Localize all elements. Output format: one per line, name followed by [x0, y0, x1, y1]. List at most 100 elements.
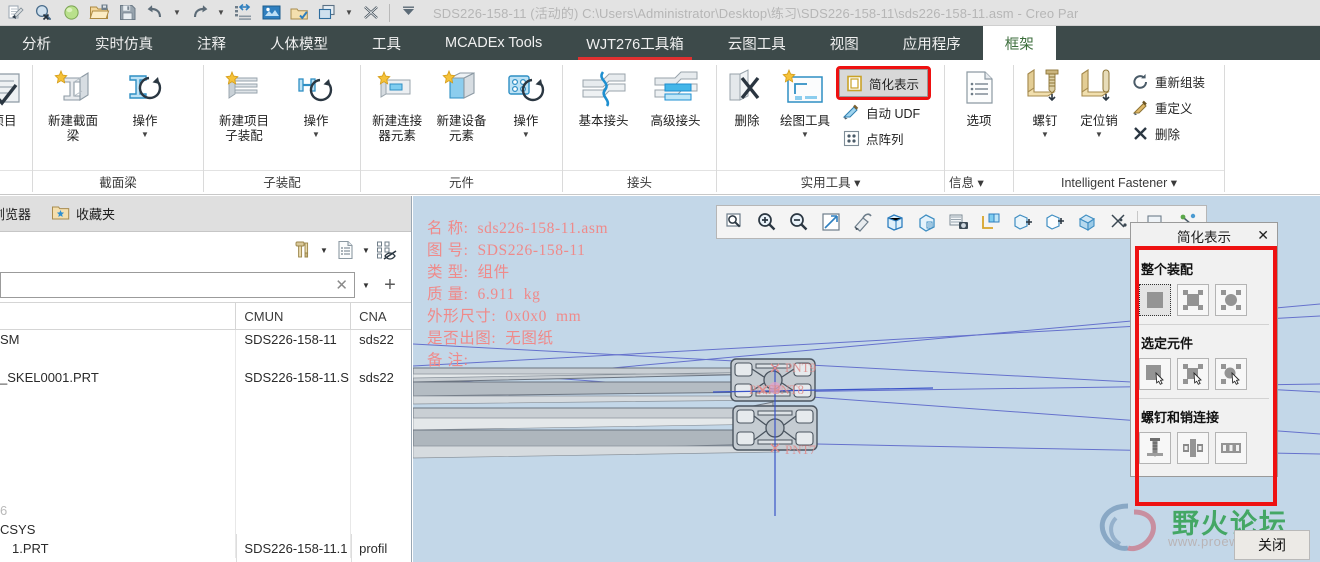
tab-yingyongchengxu[interactable]: 应用程序 [881, 26, 983, 60]
close-icon[interactable]: ✕ [1257, 227, 1269, 244]
fastener-medium-rep-button[interactable] [1177, 432, 1209, 464]
select-working-icon[interactable] [286, 1, 312, 25]
delete-fastener-button[interactable]: 删除 [1126, 120, 1211, 146]
redefine-button[interactable]: 重定义 [1126, 94, 1211, 120]
datum-display-icon[interactable] [1007, 207, 1039, 237]
ribbon-button-new-connector-element[interactable]: 新建连接 器元素 [365, 66, 429, 144]
tab-shitu[interactable]: 视图 [808, 26, 881, 60]
new-icon[interactable] [2, 1, 28, 25]
tab-fenxi[interactable]: 分析 [0, 26, 73, 60]
table-row[interactable]: 1.PRT SDS226-158-11.1 profil [0, 539, 411, 558]
component-symbolic-rep-button[interactable] [1215, 358, 1247, 390]
auto-udf-button[interactable]: 自动 UDF [837, 99, 930, 125]
chevron-down-icon[interactable]: ▼ [522, 130, 530, 139]
panel-tab-favorites[interactable]: 收藏夹 [43, 204, 123, 224]
redo-dropdown-icon[interactable]: ▼ [214, 1, 228, 25]
switch-window-dropdown-icon[interactable]: ▼ [342, 1, 356, 25]
tree-settings-dropdown-icon[interactable]: ▼ [317, 238, 331, 262]
column-header-name[interactable] [0, 303, 235, 329]
repaint-icon[interactable] [847, 207, 879, 237]
tree-filters-icon[interactable] [375, 238, 399, 262]
ribbon-button-advanced-joint[interactable]: 高级接头 [640, 66, 712, 129]
ribbon-button-options[interactable]: 选项 [951, 66, 1007, 129]
chevron-down-icon[interactable]: ▼ [312, 130, 320, 139]
customize-qat-icon[interactable] [395, 1, 421, 25]
fastener-simple-rep-button[interactable] [1215, 432, 1247, 464]
annotation-display-icon[interactable] [1039, 207, 1071, 237]
assembly-symbolic-rep-button[interactable] [1215, 284, 1247, 316]
tab-shishifangzhen[interactable]: 实时仿真 [73, 26, 175, 60]
search-dropdown-icon[interactable]: ▼ [355, 281, 377, 290]
undo-dropdown-icon[interactable]: ▼ [170, 1, 184, 25]
tab-wjt276-toolbox[interactable]: WJT276工具箱 [564, 26, 706, 60]
ribbon-button-drawing-tool[interactable]: 绘图工具 ▼ [773, 66, 837, 139]
table-row[interactable]: SM SDS226-158-11 sds22 [0, 330, 411, 349]
chevron-down-icon[interactable]: ▼ [141, 130, 149, 139]
tree-columns-dropdown-icon[interactable]: ▼ [359, 238, 373, 262]
tab-gongju[interactable]: 工具 [350, 26, 423, 60]
ribbon-button-new-project-subassembly[interactable]: 新建项目 子装配 [208, 66, 280, 144]
panel-tab-browser[interactable]: 浏览器 [0, 204, 39, 223]
ribbon-button-dowel-pin[interactable]: 定位销 ▼ [1072, 66, 1126, 139]
table-row[interactable]: _SKEL0001.PRT SDS226-158-11.S sds22 [0, 368, 411, 387]
ribbon-button-new-section-beam[interactable]: 新建截面 梁 [37, 66, 109, 144]
point-pattern-button[interactable]: 点阵列 [837, 125, 930, 151]
tab-mcadex-tools[interactable]: MCADEx Tools [423, 26, 564, 60]
tab-rentimoxing[interactable]: 人体模型 [248, 26, 350, 60]
table-row[interactable] [0, 482, 411, 501]
tab-kuangjia[interactable]: 框架 [982, 26, 1056, 60]
zoom-out-icon[interactable] [783, 207, 815, 237]
column-header-cmun[interactable]: CMUN [235, 303, 350, 329]
ribbon-button-subassembly-operation[interactable]: 操作 ▼ [280, 66, 352, 139]
chevron-down-icon[interactable]: ▼ [801, 130, 809, 139]
undo-icon[interactable] [142, 1, 168, 25]
erase-icon[interactable] [58, 1, 84, 25]
simplified-representation-button[interactable]: 简化表示 [835, 66, 932, 100]
column-header-cna[interactable]: CNA [350, 303, 411, 329]
fastener-full-rep-button[interactable] [1139, 432, 1171, 464]
add-filter-icon[interactable]: + [377, 275, 403, 295]
clear-search-icon[interactable]: ✕ [335, 278, 348, 293]
ribbon-button-basic-joint[interactable]: 基本接头 [568, 66, 640, 129]
tab-zhushi[interactable]: 注释 [175, 26, 248, 60]
refit-icon[interactable] [815, 207, 847, 237]
table-row[interactable] [0, 425, 411, 444]
ribbon-button-new-device-element[interactable]: 新建设备 元素 [429, 66, 493, 144]
window-icon[interactable] [258, 1, 284, 25]
table-row[interactable] [0, 406, 411, 425]
switch-window-icon[interactable] [314, 1, 340, 25]
open-folder-icon[interactable] [86, 1, 112, 25]
table-row[interactable]: 6 [0, 501, 411, 520]
settings-hammer-icon[interactable] [291, 238, 315, 262]
saved-orientations-icon[interactable] [911, 207, 943, 237]
save-icon[interactable] [114, 1, 140, 25]
assembly-master-rep-button[interactable] [1139, 284, 1171, 316]
zoom-box-icon[interactable] [719, 207, 751, 237]
redo-icon[interactable] [186, 1, 212, 25]
ribbon-button-component-operation[interactable]: 操作 ▼ [494, 66, 558, 139]
component-graphics-rep-button[interactable] [1177, 358, 1209, 390]
ribbon-button-delete[interactable]: 删除 [721, 66, 773, 129]
search-input[interactable]: ✕ [0, 272, 355, 298]
spin-center-icon[interactable] [1071, 207, 1103, 237]
close-window-icon[interactable] [358, 1, 384, 25]
layers-icon[interactable] [975, 207, 1007, 237]
ribbon-button-beam-operation[interactable]: 操作 ▼ [109, 66, 181, 139]
table-row[interactable] [0, 444, 411, 463]
zoom-in-icon[interactable] [751, 207, 783, 237]
table-row[interactable] [0, 387, 411, 406]
chevron-down-icon[interactable]: ▼ [1095, 130, 1103, 139]
table-row[interactable]: CSYS [0, 520, 411, 539]
regenerate-icon[interactable] [230, 1, 256, 25]
tab-yuntugongju[interactable]: 云图工具 [706, 26, 808, 60]
tree-columns-icon[interactable] [333, 238, 357, 262]
table-row[interactable] [0, 463, 411, 482]
component-master-rep-button[interactable] [1139, 358, 1171, 390]
chevron-down-icon[interactable]: ▼ [1041, 130, 1049, 139]
reassemble-button[interactable]: 重新组装 [1126, 68, 1211, 94]
ribbon-button-screw[interactable]: 螺钉 ▼ [1018, 66, 1072, 139]
view-manager-icon[interactable] [943, 207, 975, 237]
dialog-title-bar[interactable]: 简化表示 ✕ [1131, 223, 1277, 249]
ribbon-button-project[interactable]: 项目 [0, 66, 30, 129]
assembly-graphics-rep-button[interactable] [1177, 284, 1209, 316]
